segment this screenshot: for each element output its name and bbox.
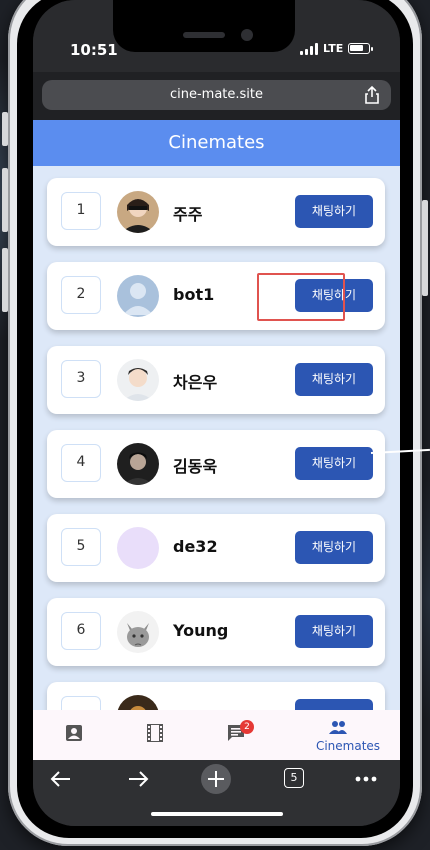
list-item: 6 Young 채팅하기 [47,598,385,666]
default-avatar[interactable] [117,275,159,317]
bottom-navigation: Cinemates [33,710,400,760]
status-indicators: LTE [300,42,374,55]
side-button [2,168,8,232]
rank-badge: 5 [61,528,101,566]
share-icon[interactable] [363,85,381,105]
user-name: Young [173,621,229,640]
user-name: 주주 [173,205,203,224]
rank-badge: 2 [61,276,101,314]
chat-button[interactable]: 채팅하기 [295,531,373,564]
people-icon [329,721,347,734]
user-name: bot1 [173,285,215,304]
list-item: 4 김동욱 채팅하기 [47,430,385,498]
rank-badge: 6 [61,612,101,650]
side-button [2,248,8,312]
notification-badge: 2 [240,720,254,734]
list-item: 5 de32 채팅하기 [47,514,385,582]
status-bar: 10:51 LTE [33,0,400,72]
phone-screen: 10:51 LTE cine-mate.site Cinemates 1 주주 … [33,0,400,826]
avatar[interactable] [117,611,159,653]
nav-label: Cinemates [315,739,381,753]
back-icon[interactable] [50,770,72,788]
user-name: de32 [173,537,218,556]
signal-icon [300,42,318,55]
forward-icon[interactable] [127,770,149,788]
avatar[interactable] [117,443,159,485]
network-label: LTE [323,42,344,55]
avatar[interactable] [117,359,159,401]
tab-count: 5 [290,771,298,784]
chat-button[interactable] [295,699,373,710]
chat-button[interactable]: 채팅하기 [295,195,373,228]
rank-badge: 4 [61,444,101,482]
list-item: 1 주주 채팅하기 [47,178,385,246]
rank-badge: 3 [61,360,101,398]
speaker-grill [183,32,225,38]
user-name: 김동욱 [173,457,218,476]
new-tab-icon[interactable] [201,764,231,794]
list-item: 3 차은우 채팅하기 [47,346,385,414]
side-button [2,112,8,146]
camera-dot [241,29,253,41]
tabs-button[interactable]: 5 [284,768,304,788]
chat-button[interactable]: 채팅하기 [295,363,373,396]
rank-badge [61,696,101,710]
chat-button[interactable]: 채팅하기 [295,447,373,480]
list-item [47,682,385,710]
home-indicator [151,812,283,816]
avatar[interactable] [117,695,159,710]
avatar[interactable] [117,527,159,569]
avatar[interactable] [117,191,159,233]
page-title: Cinemates [33,120,400,166]
user-list[interactable]: 1 주주 채팅하기 2 bot1 채팅하기 3 차은우 채팅하기 4 김동욱 채… [33,166,400,710]
url-bar[interactable]: cine-mate.site [42,80,391,110]
browser-toolbar: 5 [33,760,400,826]
chat-button[interactable]: 채팅하기 [295,615,373,648]
battery-icon [348,43,374,54]
side-button [422,200,428,296]
user-name: 차은우 [173,373,218,392]
status-time: 10:51 [70,41,118,59]
profile-icon [66,725,82,741]
more-icon[interactable] [355,776,377,782]
dynamic-island [113,0,295,52]
film-icon [147,724,163,742]
rank-badge: 1 [61,192,101,230]
url-text: cine-mate.site [169,87,264,102]
highlight-annotation [257,273,345,321]
